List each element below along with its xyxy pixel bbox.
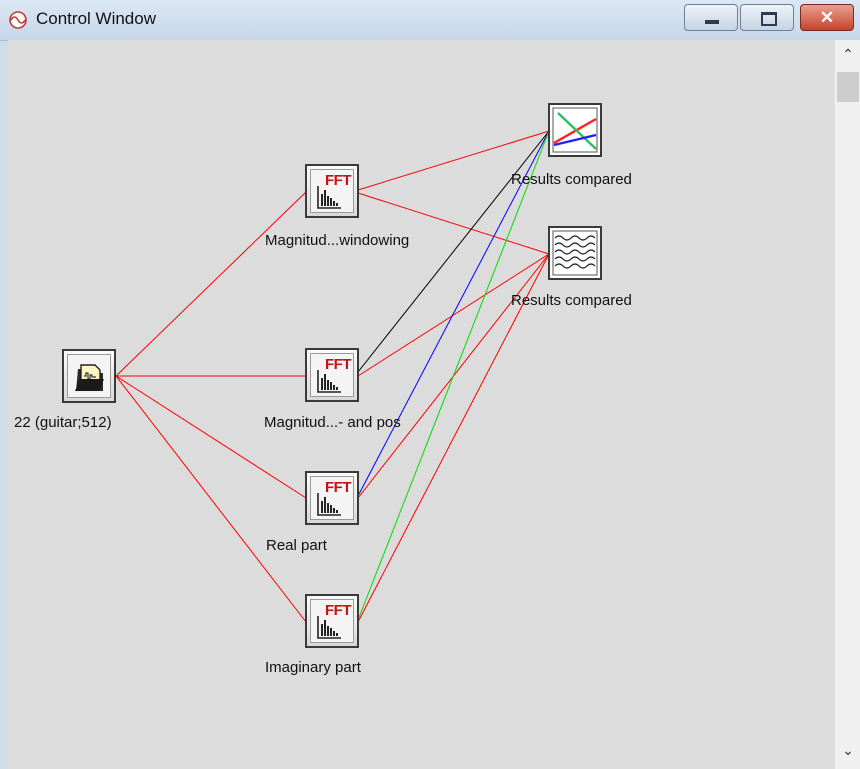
plot-graph-label: Results compared xyxy=(511,171,632,188)
connections xyxy=(115,130,550,623)
node-frame: FFT xyxy=(310,599,354,643)
edge-imag-plot-wave[interactable] xyxy=(357,253,550,623)
source-node[interactable] xyxy=(62,349,116,403)
fft-negpos-node[interactable]: FFT xyxy=(305,348,359,402)
fft-negpos-label: Magnitud...- and pos xyxy=(264,414,401,431)
plot-graph-node[interactable] xyxy=(548,103,602,157)
node-frame: FFT xyxy=(310,476,354,520)
edge-negpos-plot-wave[interactable] xyxy=(357,253,550,377)
edge-imag-plot-graph[interactable] xyxy=(357,130,550,621)
fft-real-label: Real part xyxy=(266,537,327,554)
plot-wave-label: Results compared xyxy=(511,292,632,309)
edge-negpos-plot-graph[interactable] xyxy=(357,130,550,373)
spectrum-icon xyxy=(317,616,341,639)
vertical-scrollbar[interactable]: ⌃ ⌄ xyxy=(834,40,860,769)
waveform-icon xyxy=(552,230,598,276)
fft-imag-label: Imaginary part xyxy=(265,659,361,676)
plot-wave-node[interactable] xyxy=(548,226,602,280)
scroll-down-icon[interactable]: ⌄ xyxy=(835,742,860,762)
spectrum-icon xyxy=(317,186,341,209)
node-frame: FFT xyxy=(310,169,354,213)
fft-windowing-node[interactable]: FFT xyxy=(305,164,359,218)
file-source-icon xyxy=(75,364,104,391)
node-frame: FFT xyxy=(310,353,354,397)
node-frame xyxy=(67,354,111,398)
spectrum-icon xyxy=(317,493,341,516)
scroll-up-icon[interactable]: ⌃ xyxy=(835,46,860,66)
edge-source-fft-windowing[interactable] xyxy=(115,191,307,377)
spectrum-icon xyxy=(317,370,341,393)
control-window: Control Window ✕ 22 (guitar;512) FFT Mag… xyxy=(0,0,860,769)
fft-imag-node[interactable]: FFT xyxy=(305,594,359,648)
fft-windowing-label: Magnitud...windowing xyxy=(265,232,410,249)
xy-plot-icon xyxy=(552,107,598,153)
edge-source-fft-imag[interactable] xyxy=(115,375,307,623)
source-node-label: 22 (guitar;512) xyxy=(14,414,112,431)
scroll-thumb[interactable] xyxy=(837,72,859,102)
edge-source-fft-real[interactable] xyxy=(115,375,307,499)
fft-real-node[interactable]: FFT xyxy=(305,471,359,525)
